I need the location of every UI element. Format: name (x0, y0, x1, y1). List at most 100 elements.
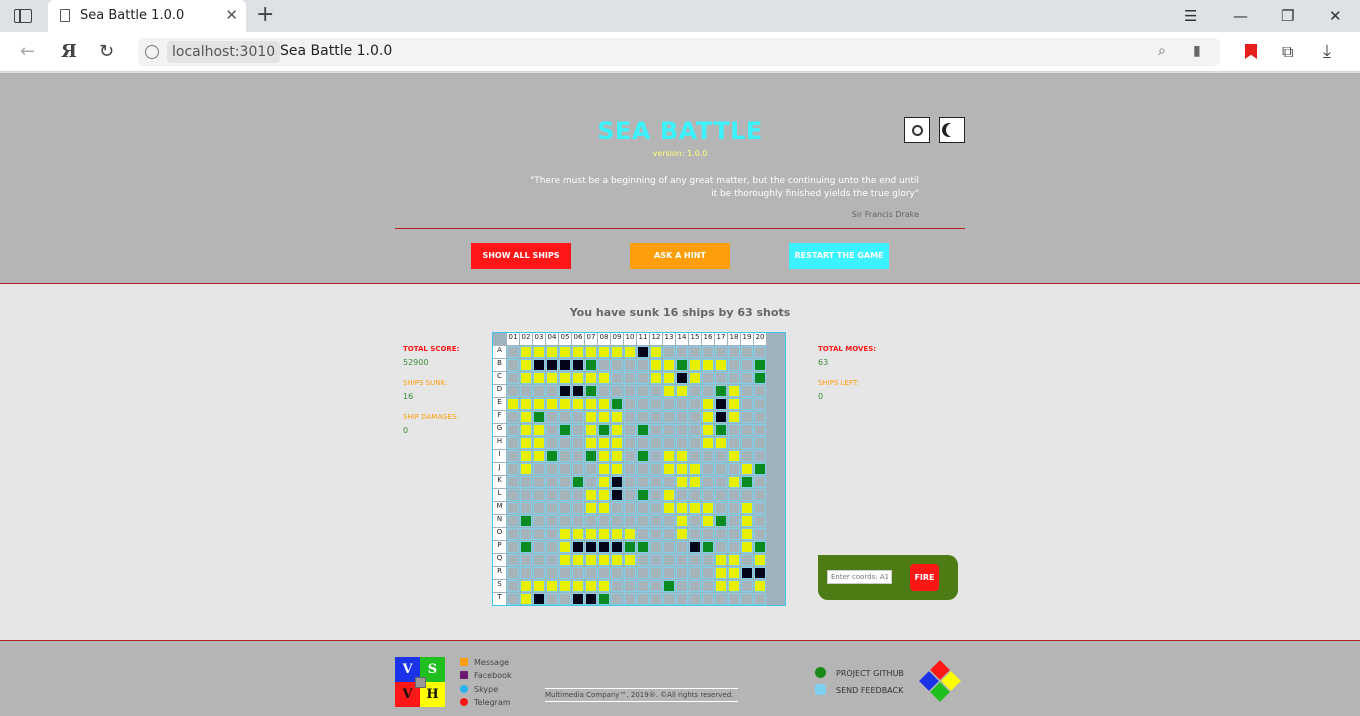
board-cell-g07[interactable] (585, 424, 597, 436)
board-cell-d16[interactable] (702, 385, 714, 397)
board-cell-c13[interactable] (663, 372, 675, 384)
board-cell-k14[interactable] (676, 476, 688, 488)
board-cell-h13[interactable] (663, 437, 675, 449)
board-cell-j19[interactable] (741, 463, 753, 475)
board-cell-j14[interactable] (676, 463, 688, 475)
board-cell-o13[interactable] (663, 528, 675, 540)
board-cell-d02[interactable] (520, 385, 532, 397)
download-icon[interactable]: ⤓ (1323, 41, 1331, 63)
board-cell-s03[interactable] (533, 580, 545, 592)
board-cell-r08[interactable] (598, 567, 610, 579)
board-cell-t15[interactable] (689, 593, 701, 605)
board-cell-b08[interactable] (598, 359, 610, 371)
board-cell-l12[interactable] (650, 489, 662, 501)
board-cell-i01[interactable] (507, 450, 519, 462)
board-cell-m17[interactable] (715, 502, 727, 514)
board-cell-i15[interactable] (689, 450, 701, 462)
board-cell-s01[interactable] (507, 580, 519, 592)
board-cell-j18[interactable] (728, 463, 740, 475)
board-cell-f13[interactable] (663, 411, 675, 423)
board-cell-l11[interactable] (637, 489, 649, 501)
board-cell-c05[interactable] (559, 372, 571, 384)
board-cell-o17[interactable] (715, 528, 727, 540)
board-cell-n19[interactable] (741, 515, 753, 527)
board-cell-p13[interactable] (663, 541, 675, 553)
board-cell-t05[interactable] (559, 593, 571, 605)
board-cell-n01[interactable] (507, 515, 519, 527)
board-cell-e20[interactable] (754, 398, 766, 410)
board-cell-h15[interactable] (689, 437, 701, 449)
close-tab-icon[interactable]: ✕ (225, 6, 238, 24)
board-cell-g06[interactable] (572, 424, 584, 436)
board-cell-k16[interactable] (702, 476, 714, 488)
board-cell-t10[interactable] (624, 593, 636, 605)
board-cell-g17[interactable] (715, 424, 727, 436)
board-cell-m05[interactable] (559, 502, 571, 514)
board-cell-k19[interactable] (741, 476, 753, 488)
board-cell-f02[interactable] (520, 411, 532, 423)
board-cell-a10[interactable] (624, 346, 636, 358)
board-cell-g16[interactable] (702, 424, 714, 436)
back-icon[interactable]: ← (20, 41, 35, 63)
board-cell-q17[interactable] (715, 554, 727, 566)
board-cell-t03[interactable] (533, 593, 545, 605)
board-cell-m07[interactable] (585, 502, 597, 514)
board-cell-s18[interactable] (728, 580, 740, 592)
board-cell-q14[interactable] (676, 554, 688, 566)
board-cell-k18[interactable] (728, 476, 740, 488)
board-cell-k12[interactable] (650, 476, 662, 488)
board-cell-p12[interactable] (650, 541, 662, 553)
board-cell-o18[interactable] (728, 528, 740, 540)
restart-game-button[interactable]: RESTART THE GAME (789, 243, 889, 269)
board-cell-b16[interactable] (702, 359, 714, 371)
board-cell-g13[interactable] (663, 424, 675, 436)
board-cell-k06[interactable] (572, 476, 584, 488)
board-cell-f04[interactable] (546, 411, 558, 423)
board-cell-d06[interactable] (572, 385, 584, 397)
fire-button[interactable]: FIRE (910, 564, 939, 591)
minimize-icon[interactable]: — (1233, 6, 1248, 26)
board-cell-q02[interactable] (520, 554, 532, 566)
board-cell-g10[interactable] (624, 424, 636, 436)
board-cell-p17[interactable] (715, 541, 727, 553)
board-cell-r02[interactable] (520, 567, 532, 579)
board-cell-k13[interactable] (663, 476, 675, 488)
board-cell-t14[interactable] (676, 593, 688, 605)
menu-icon[interactable]: ☰ (1184, 6, 1197, 26)
board-cell-p04[interactable] (546, 541, 558, 553)
board-cell-l16[interactable] (702, 489, 714, 501)
board-cell-o06[interactable] (572, 528, 584, 540)
board-cell-n03[interactable] (533, 515, 545, 527)
board-cell-k04[interactable] (546, 476, 558, 488)
board-cell-a01[interactable] (507, 346, 519, 358)
board-cell-t09[interactable] (611, 593, 623, 605)
board-cell-h17[interactable] (715, 437, 727, 449)
board-cell-a17[interactable] (715, 346, 727, 358)
board-cell-f19[interactable] (741, 411, 753, 423)
board-cell-c19[interactable] (741, 372, 753, 384)
board-cell-h04[interactable] (546, 437, 558, 449)
board-cell-o01[interactable] (507, 528, 519, 540)
search-icon[interactable]: ⌕ (1158, 43, 1166, 59)
board-cell-i04[interactable] (546, 450, 558, 462)
board-cell-p10[interactable] (624, 541, 636, 553)
board-cell-p09[interactable] (611, 541, 623, 553)
board-cell-i02[interactable] (520, 450, 532, 462)
board-cell-g08[interactable] (598, 424, 610, 436)
board-cell-m12[interactable] (650, 502, 662, 514)
board-cell-j08[interactable] (598, 463, 610, 475)
board-cell-c01[interactable] (507, 372, 519, 384)
board-cell-q08[interactable] (598, 554, 610, 566)
board-cell-b12[interactable] (650, 359, 662, 371)
board-cell-g01[interactable] (507, 424, 519, 436)
board-cell-o15[interactable] (689, 528, 701, 540)
board-cell-k05[interactable] (559, 476, 571, 488)
board-cell-r06[interactable] (572, 567, 584, 579)
board-cell-f12[interactable] (650, 411, 662, 423)
board-cell-b07[interactable] (585, 359, 597, 371)
board-cell-p08[interactable] (598, 541, 610, 553)
board-cell-e18[interactable] (728, 398, 740, 410)
board-cell-h06[interactable] (572, 437, 584, 449)
board-cell-s09[interactable] (611, 580, 623, 592)
board-cell-r17[interactable] (715, 567, 727, 579)
